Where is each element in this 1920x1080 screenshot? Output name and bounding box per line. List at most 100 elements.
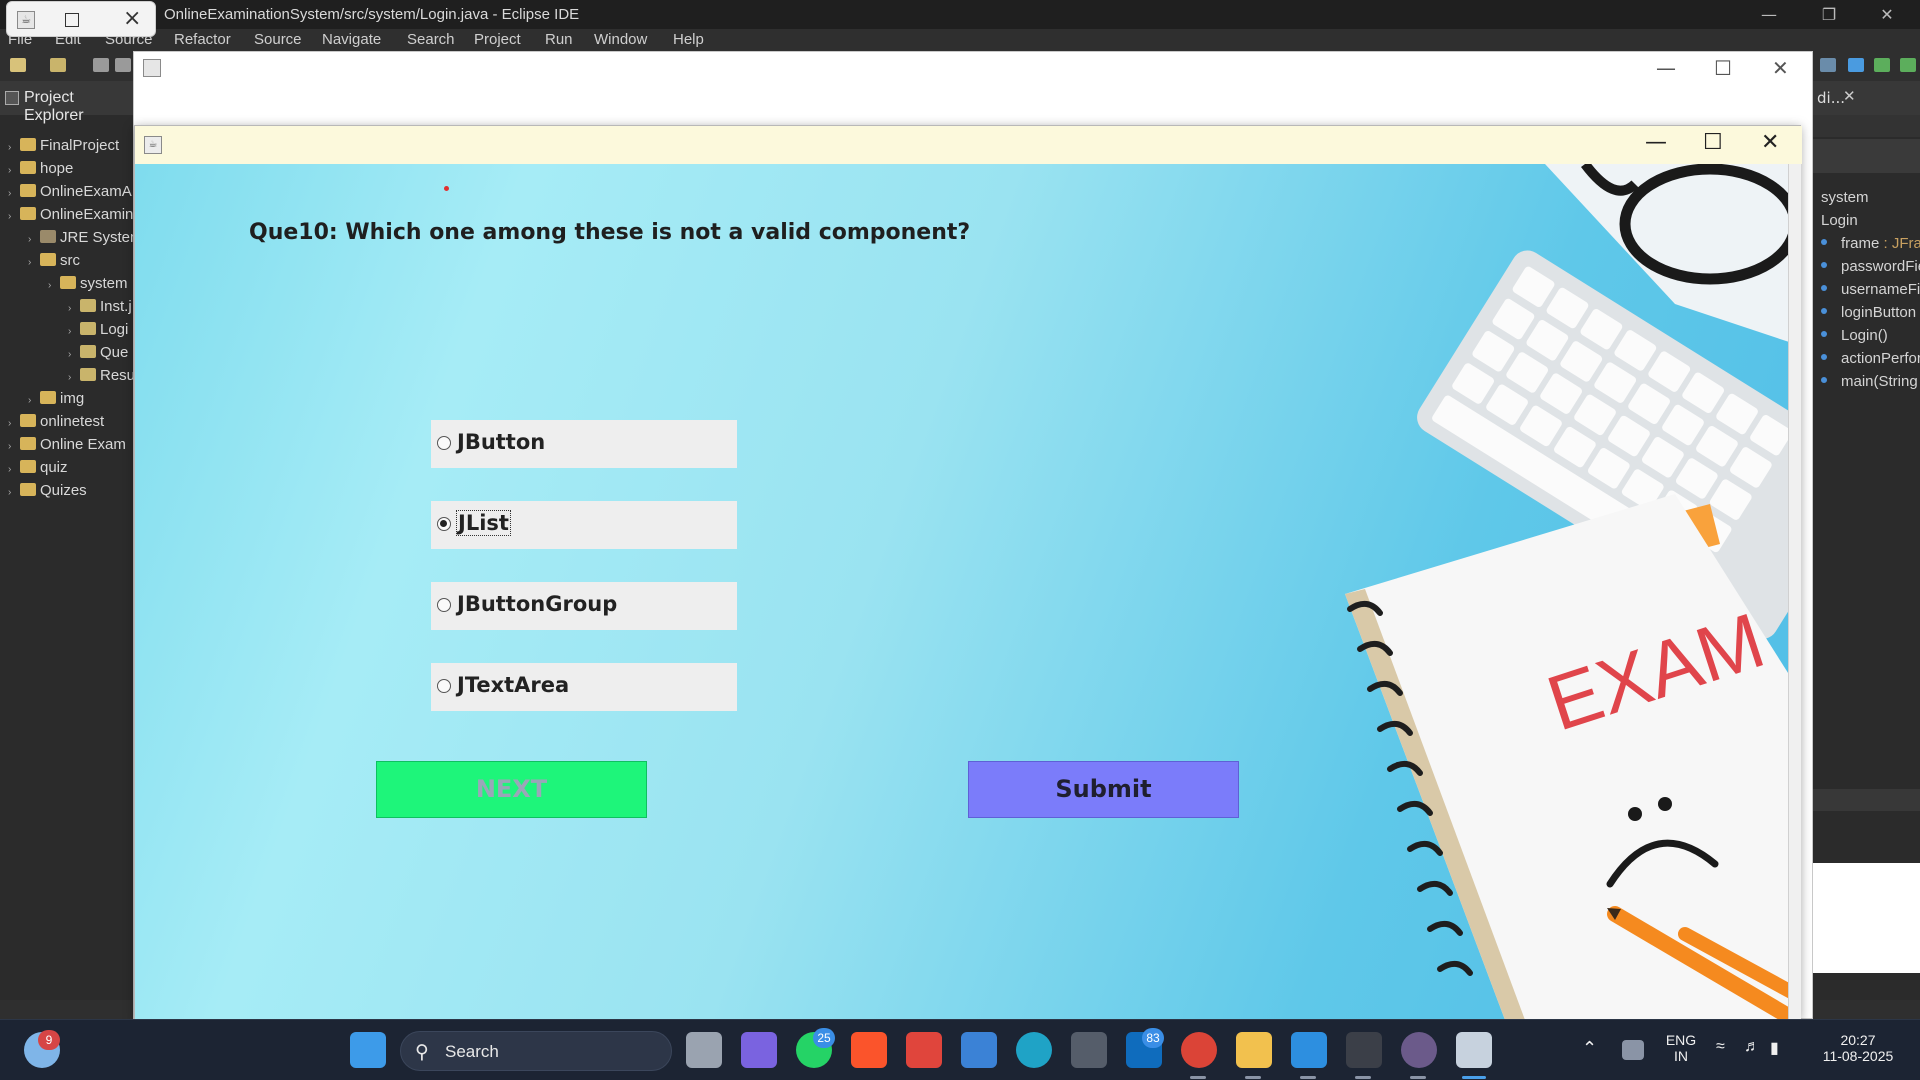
expand-arrow-icon[interactable]: › bbox=[28, 395, 40, 406]
tree-item[interactable]: › Logi bbox=[68, 321, 128, 343]
java-perspective-icon[interactable] bbox=[1848, 58, 1864, 72]
bookmark-app-icon[interactable] bbox=[906, 1032, 942, 1068]
expand-arrow-icon[interactable]: › bbox=[8, 165, 20, 176]
taskbar-search[interactable]: ⚲ Search bbox=[400, 1031, 672, 1071]
expand-arrow-icon[interactable]: › bbox=[28, 234, 40, 245]
menu-run[interactable]: Run bbox=[545, 31, 573, 48]
outline-member[interactable]: actionPerfor bbox=[1821, 350, 1920, 367]
tree-item[interactable]: › FinalProject bbox=[8, 137, 119, 159]
debug-perspective-icon[interactable] bbox=[1874, 58, 1890, 72]
submit-button[interactable]: Submit bbox=[968, 761, 1239, 818]
expand-arrow-icon[interactable]: › bbox=[8, 211, 20, 222]
bg-close-icon[interactable]: ✕ bbox=[1772, 56, 1789, 80]
expand-arrow-icon[interactable]: › bbox=[48, 280, 60, 291]
bg-maximize-icon[interactable]: ☐ bbox=[1714, 56, 1732, 80]
outline-package[interactable]: system bbox=[1821, 189, 1869, 206]
clock[interactable]: 20:27 11-08-2025 bbox=[1808, 1032, 1908, 1064]
tree-item[interactable]: › img bbox=[28, 390, 84, 412]
outline-member[interactable]: frame : JFran bbox=[1821, 235, 1920, 252]
expand-arrow-icon[interactable]: › bbox=[8, 441, 20, 452]
volume-icon[interactable]: ♬ bbox=[1744, 1038, 1760, 1056]
tree-item[interactable]: › JRE System bbox=[28, 229, 143, 251]
tree-item[interactable]: › Resu bbox=[68, 367, 135, 389]
tree-item[interactable]: › quiz bbox=[8, 459, 68, 481]
outline-close-icon[interactable]: ✕ bbox=[1843, 87, 1856, 105]
restore-icon[interactable]: ❐ bbox=[1800, 0, 1858, 29]
battery-icon[interactable]: ▮ bbox=[1770, 1038, 1779, 1058]
option-jlist[interactable]: JList bbox=[431, 501, 737, 549]
git-perspective-icon[interactable] bbox=[1900, 58, 1916, 72]
task-view-icon[interactable] bbox=[686, 1032, 722, 1068]
start-icon[interactable] bbox=[350, 1032, 386, 1068]
tree-item[interactable]: › system bbox=[48, 275, 128, 297]
terminal-icon[interactable] bbox=[1346, 1032, 1382, 1068]
menu-help[interactable]: Help bbox=[673, 31, 704, 48]
file-explorer-icon[interactable] bbox=[1236, 1032, 1272, 1068]
outline-member[interactable]: main(String bbox=[1821, 373, 1918, 390]
expand-arrow-icon[interactable]: › bbox=[8, 464, 20, 475]
expand-arrow-icon[interactable]: › bbox=[68, 372, 80, 383]
quiz-close-icon[interactable]: ✕ bbox=[1761, 130, 1779, 155]
expand-arrow-icon[interactable]: › bbox=[8, 487, 20, 498]
close-icon[interactable]: × bbox=[123, 6, 141, 31]
save-icon[interactable] bbox=[93, 58, 109, 72]
cloud-icon[interactable] bbox=[1622, 1040, 1644, 1060]
tree-item[interactable]: › Quizes bbox=[8, 482, 87, 504]
tree-item[interactable]: › onlinetest bbox=[8, 413, 104, 435]
new-icon[interactable] bbox=[10, 58, 26, 72]
radio-icon[interactable] bbox=[437, 436, 451, 450]
radio-icon[interactable] bbox=[437, 598, 451, 612]
chevron-up-icon[interactable]: ⌃ bbox=[1582, 1038, 1597, 1059]
menu-source[interactable]: Source bbox=[254, 31, 302, 48]
tree-item[interactable]: › hope bbox=[8, 160, 73, 182]
perspective-icon[interactable] bbox=[1820, 58, 1836, 72]
menu-search[interactable]: Search bbox=[407, 31, 455, 48]
menu-navigate[interactable]: Navigate bbox=[322, 31, 381, 48]
app-icon[interactable] bbox=[1071, 1032, 1107, 1068]
wifi-icon[interactable]: ≈ bbox=[1716, 1038, 1725, 1056]
edge-icon[interactable] bbox=[1016, 1032, 1052, 1068]
expand-arrow-icon[interactable]: › bbox=[28, 257, 40, 268]
expand-arrow-icon[interactable]: › bbox=[8, 418, 20, 429]
copilot-icon[interactable] bbox=[741, 1032, 777, 1068]
tree-item[interactable]: › Inst.j bbox=[68, 298, 132, 320]
expand-arrow-icon[interactable]: › bbox=[8, 188, 20, 199]
eclipse-icon[interactable] bbox=[1401, 1032, 1437, 1068]
outline-class[interactable]: Login bbox=[1821, 212, 1858, 229]
language-indicator[interactable]: ENG IN bbox=[1660, 1032, 1702, 1064]
menu-window[interactable]: Window bbox=[594, 31, 647, 48]
menu-project[interactable]: Project bbox=[474, 31, 521, 48]
menu-refactor[interactable]: Refactor bbox=[174, 31, 231, 48]
option-jbuttongroup[interactable]: JButtonGroup bbox=[431, 582, 737, 630]
store-icon[interactable] bbox=[961, 1032, 997, 1068]
option-jtextarea[interactable]: JTextArea bbox=[431, 663, 737, 711]
expand-arrow-icon[interactable]: › bbox=[8, 142, 20, 153]
save-all-icon[interactable] bbox=[115, 58, 131, 72]
brave-icon[interactable] bbox=[851, 1032, 887, 1068]
option-jbutton[interactable]: JButton bbox=[431, 420, 737, 468]
open-icon[interactable] bbox=[50, 58, 66, 72]
tree-item[interactable]: › OnlineExamin bbox=[8, 206, 133, 228]
next-button[interactable]: NEXT bbox=[376, 761, 647, 818]
tree-item[interactable]: › src bbox=[28, 252, 80, 274]
expand-arrow-icon[interactable]: › bbox=[68, 349, 80, 360]
outline-member[interactable]: loginButton bbox=[1821, 304, 1916, 321]
java-icon[interactable] bbox=[1456, 1032, 1492, 1068]
radio-checked-icon[interactable] bbox=[437, 517, 451, 531]
chrome-icon[interactable] bbox=[1181, 1032, 1217, 1068]
tree-item[interactable]: › OnlineExamA bbox=[8, 183, 132, 205]
outline-member[interactable]: passwordFie bbox=[1821, 258, 1920, 275]
quiz-maximize-icon[interactable]: ☐ bbox=[1703, 130, 1723, 155]
outline-tab-label[interactable]: di... bbox=[1817, 89, 1845, 107]
outline-member[interactable]: usernameFie bbox=[1821, 281, 1920, 298]
minimize-icon[interactable]: — bbox=[1740, 0, 1798, 29]
bg-minimize-icon[interactable]: — bbox=[1656, 56, 1676, 80]
quiz-scrollbar[interactable] bbox=[1788, 164, 1801, 1020]
outline-member[interactable]: Login() bbox=[1821, 327, 1888, 344]
maximize-icon[interactable] bbox=[65, 13, 79, 27]
tree-item[interactable]: › Que bbox=[68, 344, 128, 366]
expand-arrow-icon[interactable]: › bbox=[68, 326, 80, 337]
close-icon[interactable]: ✕ bbox=[1858, 0, 1916, 29]
tree-item[interactable]: › Online Exam bbox=[8, 436, 126, 458]
expand-arrow-icon[interactable]: › bbox=[68, 303, 80, 314]
